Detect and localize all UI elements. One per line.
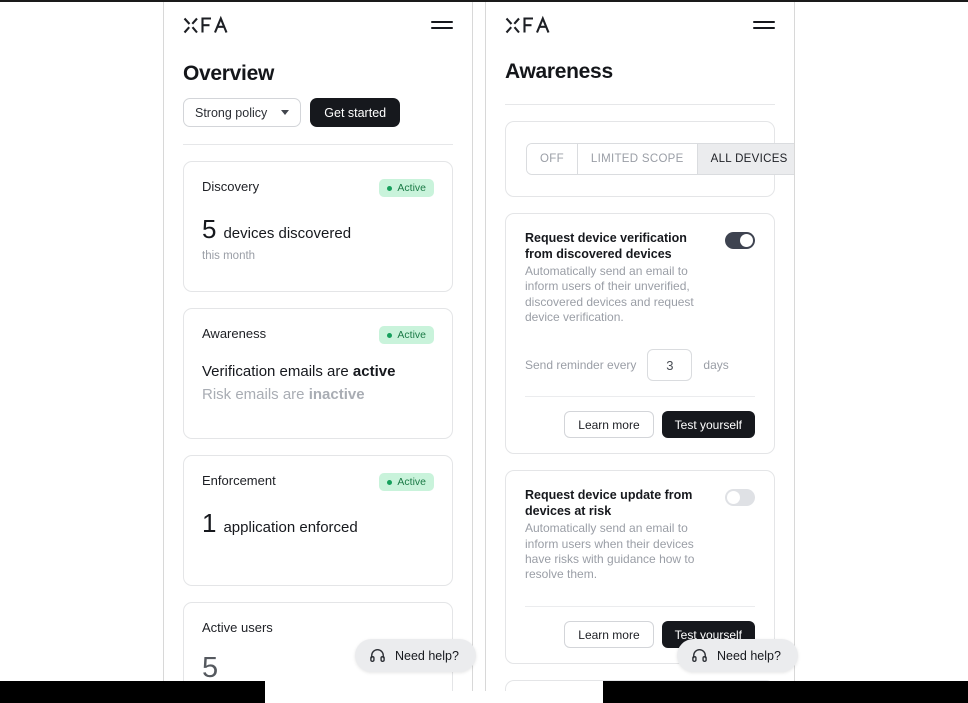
scope-tab-off[interactable]: OFF <box>527 144 578 174</box>
device-update-title: Request device update from devices at ri… <box>525 488 693 518</box>
active-users-card-head: Active users <box>202 620 434 635</box>
enforcement-stat: 1 application enforced <box>202 510 434 536</box>
policy-select-value: Strong policy <box>195 105 268 120</box>
overview-panel: Overview Strong policy Get started Disco… <box>163 2 473 691</box>
device-verification-setting-card: Request device verification from discove… <box>505 213 775 455</box>
enforcement-card-title: Enforcement <box>202 473 276 488</box>
need-help-label: Need help? <box>717 648 781 663</box>
overview-actions: Strong policy Get started <box>183 98 453 127</box>
status-badge-label: Active <box>397 476 426 488</box>
reminder-unit: days <box>703 358 729 373</box>
right-topbar <box>505 2 775 48</box>
awareness-card-title: Awareness <box>202 326 267 341</box>
discovery-stat: 5 devices discovered <box>202 216 434 242</box>
status-badge: Active <box>379 326 434 344</box>
reminder-label: Send reminder every <box>525 358 637 373</box>
headset-icon <box>370 649 385 662</box>
discovery-stat-sub: this month <box>202 250 256 262</box>
device-verification-head: Request device verification from discove… <box>525 231 755 325</box>
top-border <box>0 0 968 2</box>
setting-divider <box>525 606 755 608</box>
page-title: Overview <box>183 62 274 85</box>
discovery-card-head: Discovery Active <box>202 179 434 197</box>
awareness-card-head: Awareness Active <box>202 326 434 344</box>
discovery-card[interactable]: Discovery Active 5 devices discovered th… <box>183 161 453 292</box>
page-title: Awareness <box>505 60 613 83</box>
device-verification-description: Automatically send an email to inform us… <box>525 264 694 324</box>
device-update-toggle[interactable] <box>725 489 755 507</box>
xfa-logo[interactable] <box>183 15 229 35</box>
reminder-days-input[interactable] <box>647 349 693 382</box>
toggle-knob <box>727 491 740 505</box>
left-topbar <box>183 2 453 48</box>
hamburger-menu-icon[interactable] <box>753 17 775 33</box>
letterbox-right <box>603 681 968 703</box>
awareness-line-2-strong: inactive <box>308 386 365 403</box>
awareness-line-1-prefix: Verification emails are <box>202 363 353 380</box>
headset-icon <box>692 649 707 662</box>
device-update-setting-card: Request device update from devices at ri… <box>505 470 775 665</box>
need-help-button[interactable]: Need help? <box>677 639 798 672</box>
policy-select[interactable]: Strong policy <box>183 98 302 127</box>
header-divider <box>505 104 775 105</box>
need-help-label: Need help? <box>395 648 459 663</box>
scope-tab-all-devices[interactable]: ALL DEVICES <box>697 144 794 174</box>
enforcement-stat-number: 1 <box>202 508 217 538</box>
status-badge-label: Active <box>397 182 426 194</box>
letterbox-left <box>0 681 265 703</box>
status-dot-icon <box>387 332 393 338</box>
learn-more-button[interactable]: Learn more <box>564 621 654 649</box>
awareness-card[interactable]: Awareness Active Verification emails are… <box>183 308 453 439</box>
scope-segmented-control: OFF LIMITED SCOPE ALL DEVICES <box>526 143 794 175</box>
learn-more-button[interactable]: Learn more <box>564 411 654 439</box>
status-badge-label: Active <box>397 329 426 341</box>
test-yourself-button[interactable]: Test yourself <box>661 411 755 439</box>
enforcement-stat-label: application enforced <box>223 519 358 536</box>
scope-tab-limited-scope[interactable]: LIMITED SCOPE <box>577 144 698 174</box>
get-started-button[interactable]: Get started <box>310 98 401 127</box>
screen: Overview Strong policy Get started Disco… <box>0 0 968 703</box>
device-verification-title: Request device verification from discove… <box>525 231 687 261</box>
discovery-stat-label: devices discovered <box>223 225 352 242</box>
hamburger-menu-icon[interactable] <box>431 17 453 33</box>
device-verification-toggle[interactable] <box>725 232 755 249</box>
status-badge: Active <box>379 179 434 197</box>
awareness-line-1: Verification emails are active <box>202 363 434 380</box>
xfa-logo[interactable] <box>505 15 551 35</box>
awareness-line-2-prefix: Risk emails are <box>202 386 309 403</box>
active-users-card-title: Active users <box>202 620 273 635</box>
device-verification-actions: Learn more Test yourself <box>525 411 755 439</box>
reminder-row: Send reminder every days <box>525 349 755 382</box>
awareness-line-2: Risk emails are inactive <box>202 386 434 403</box>
device-update-description: Automatically send an email to inform us… <box>525 521 695 582</box>
awareness-panel: Awareness OFF LIMITED SCOPE ALL DEVICES … <box>485 2 795 691</box>
awareness-line-1-strong: active <box>352 363 396 380</box>
scope-card: OFF LIMITED SCOPE ALL DEVICES <box>505 121 794 197</box>
discovery-stat-number: 5 <box>202 214 217 244</box>
device-update-head: Request device update from devices at ri… <box>525 488 755 582</box>
setting-divider <box>525 396 755 398</box>
toggle-knob <box>740 234 753 247</box>
enforcement-card-head: Enforcement Active <box>202 473 434 491</box>
enforcement-card[interactable]: Enforcement Active 1 application enforce… <box>183 455 453 586</box>
status-badge: Active <box>379 473 434 491</box>
status-dot-icon <box>387 185 393 191</box>
need-help-button[interactable]: Need help? <box>355 639 476 672</box>
active-users-stat-number: 5 <box>202 652 219 684</box>
chevron-down-icon <box>281 110 290 115</box>
status-dot-icon <box>387 479 393 485</box>
discovery-card-title: Discovery <box>202 179 260 194</box>
header-divider <box>183 144 453 145</box>
